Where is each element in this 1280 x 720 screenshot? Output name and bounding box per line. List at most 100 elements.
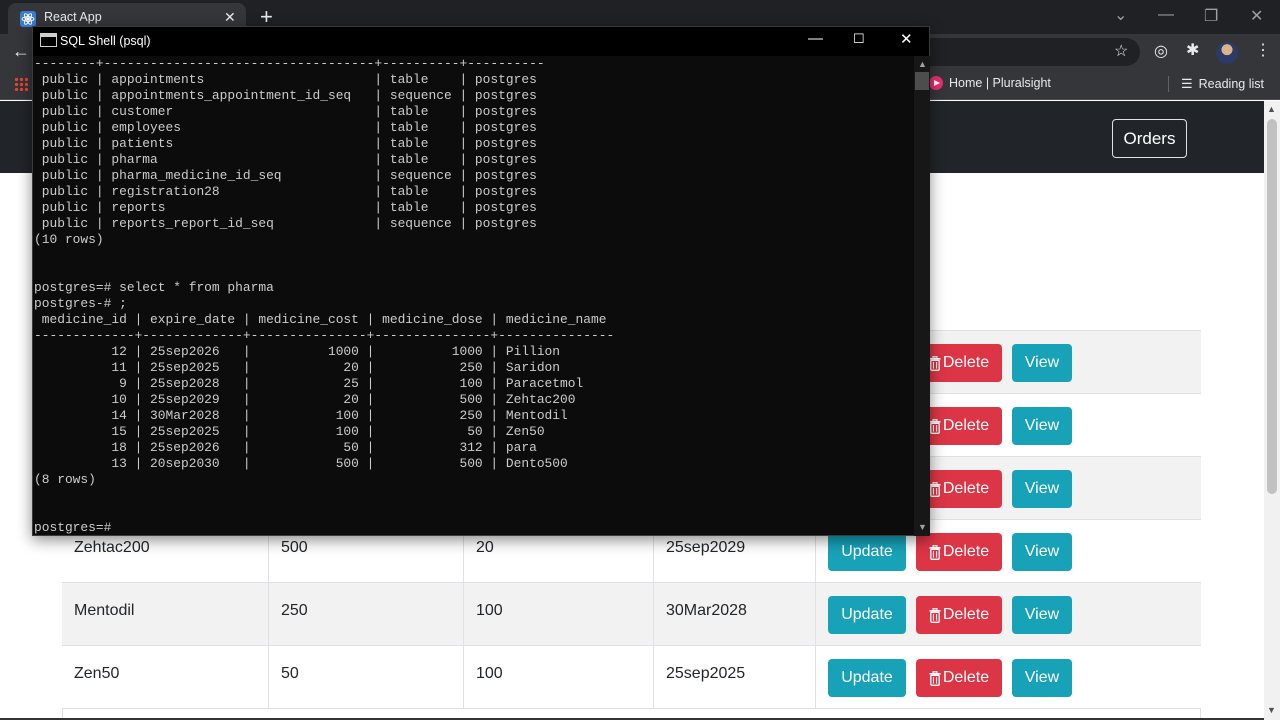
delete-label: Delete [942, 669, 990, 686]
table-row: Zen50 50 100 25sep2025 Update Delete View [62, 646, 1201, 709]
more-menu-icon[interactable]: ⋮ [1255, 40, 1271, 60]
view-button[interactable]: View [1012, 533, 1072, 571]
view-button[interactable]: View [1012, 596, 1072, 634]
reading-list-label: Reading list [1198, 77, 1264, 91]
console-maximize-icon[interactable]: ☐ [853, 31, 865, 47]
cell-cost: 100 [463, 583, 653, 646]
page-scroll-thumb[interactable] [1267, 119, 1277, 494]
console-line: 11 | 25sep2025 | 20 | 250 | Saridon [34, 360, 561, 375]
console-line: postgres=# [34, 520, 112, 534]
cell-name: Mentodil [74, 602, 135, 619]
console-line: 18 | 25sep2026 | 50 | 312 | para [34, 440, 537, 455]
console-title: SQL Shell (psql) [60, 34, 151, 48]
console-line: public | reports | table | postgres [34, 200, 537, 215]
trash-icon [929, 418, 941, 434]
console-line: public | registration28 | table | postgr… [34, 184, 537, 199]
console-line: medicine_id | expire_date | medicine_cos… [34, 312, 607, 327]
table-row: Mentodil 250 100 30Mar2028 Update Delete View [62, 583, 1201, 646]
bookmark-pluralsight[interactable]: Home | Pluralsight [929, 76, 1051, 90]
console-scroll-up-icon[interactable]: ▲ [918, 59, 927, 69]
console-line: 15 | 25sep2025 | 100 | 50 | Zen50 [34, 424, 545, 439]
view-button[interactable]: View [1012, 407, 1072, 445]
page-scrollbar[interactable]: ▲ ▼ [1264, 101, 1280, 720]
view-button[interactable]: View [1012, 659, 1072, 697]
scroll-up-icon[interactable]: ▲ [1267, 104, 1276, 114]
bookmark-label: Home | Pluralsight [949, 76, 1051, 90]
view-button[interactable]: View [1012, 344, 1072, 382]
delete-button[interactable]: Delete [916, 659, 1002, 697]
console-line: (8 rows) [34, 472, 96, 487]
console-line: postgres-# ; [34, 296, 127, 311]
console-minimize-icon[interactable]: — [808, 30, 823, 47]
cell-expiry: 25sep2025 [653, 646, 815, 709]
close-window-icon[interactable]: ✕ [1250, 6, 1263, 26]
console-line: 10 | 25sep2029 | 20 | 500 | Zehtac200 [34, 392, 576, 407]
minimize-icon[interactable]: — [1158, 6, 1174, 24]
console-close-icon[interactable]: ✕ [900, 30, 913, 48]
delete-label: Delete [942, 606, 990, 623]
cell-dose: 250 [268, 583, 463, 646]
trash-icon [929, 481, 941, 497]
console-scroll-down-icon[interactable]: ▼ [918, 522, 927, 532]
console-output[interactable]: --------+-------------------------------… [34, 56, 914, 534]
trash-icon [929, 607, 941, 623]
trash-icon [929, 355, 941, 371]
console-line: public | reports_report_id_seq | sequenc… [34, 216, 537, 231]
console-line: 9 | 25sep2028 | 25 | 100 | Paracetmol [34, 376, 584, 391]
console-line: public | employees | table | postgres [34, 120, 537, 135]
react-logo-icon [20, 11, 36, 27]
cell-name: Zen50 [74, 665, 120, 682]
profile-avatar[interactable] [1216, 42, 1238, 64]
reading-list-icon: ☰ [1181, 76, 1193, 91]
delete-button[interactable]: Delete [916, 533, 1002, 571]
back-arrow-icon[interactable]: ← [12, 41, 30, 62]
tab-search-icon[interactable]: ⌄ [1114, 5, 1127, 25]
console-line: public | appointments_appointment_id_seq… [34, 88, 537, 103]
orders-button[interactable]: Orders [1112, 119, 1187, 158]
cell-actions: Update Delete View [815, 583, 1201, 646]
scroll-down-icon[interactable]: ▼ [1267, 705, 1276, 715]
pluralsight-icon [929, 76, 943, 90]
update-button[interactable]: Update [828, 533, 906, 571]
tab-close-icon[interactable]: ✕ [224, 9, 236, 26]
incognito-icon[interactable]: ◎ [1154, 41, 1168, 61]
console-line: 13 | 20sep2030 | 500 | 500 | Dento500 [34, 456, 568, 471]
cell-dose: 50 [268, 646, 463, 709]
reading-list-button[interactable]: ☰ Reading list [1168, 76, 1264, 92]
console-line: public | customer | table | postgres [34, 104, 537, 119]
update-button[interactable]: Update [828, 659, 906, 697]
delete-label: Delete [942, 480, 990, 497]
bookmark-star-icon[interactable]: ☆ [1114, 41, 1128, 61]
console-line: (10 rows) [34, 232, 104, 247]
cell-expiry: 30Mar2028 [653, 583, 815, 646]
console-scrollbar[interactable]: ▲ ▼ [914, 56, 930, 536]
trash-icon [929, 670, 941, 686]
cell-cost: 100 [463, 646, 653, 709]
console-line: public | patients | table | postgres [34, 136, 537, 151]
extensions-puzzle-icon[interactable]: ✱ [1186, 40, 1199, 60]
console-line: -------------+-------------+------------… [34, 328, 615, 343]
apps-grid-icon[interactable] [14, 77, 28, 91]
console-window-icon [40, 33, 57, 47]
delete-label: Delete [942, 543, 990, 560]
console-line: --------+-------------------------------… [34, 56, 545, 71]
console-line: postgres=# select * from pharma [34, 280, 274, 295]
console-line: public | pharma_medicine_id_seq | sequen… [34, 168, 537, 183]
update-button[interactable]: Update [828, 596, 906, 634]
tab-title: React App [44, 10, 102, 24]
restore-icon[interactable]: ❐ [1204, 6, 1218, 26]
psql-console-window[interactable]: SQL Shell (psql) — ☐ ✕ --------+--------… [32, 26, 930, 536]
console-scroll-thumb[interactable] [915, 72, 929, 90]
console-line: 14 | 30Mar2028 | 100 | 250 | Mentodil [34, 408, 568, 423]
console-line: public | appointments | table | postgres [34, 72, 537, 87]
console-line: 12 | 25sep2026 | 1000 | 1000 | Pillion [34, 344, 561, 359]
delete-label: Delete [942, 417, 990, 434]
cell-actions: Update Delete View [815, 646, 1201, 709]
view-button[interactable]: View [1012, 470, 1072, 508]
delete-button[interactable]: Delete [916, 596, 1002, 634]
console-title-bar[interactable]: SQL Shell (psql) — ☐ ✕ [33, 27, 929, 56]
console-line: public | pharma | table | postgres [34, 152, 537, 167]
